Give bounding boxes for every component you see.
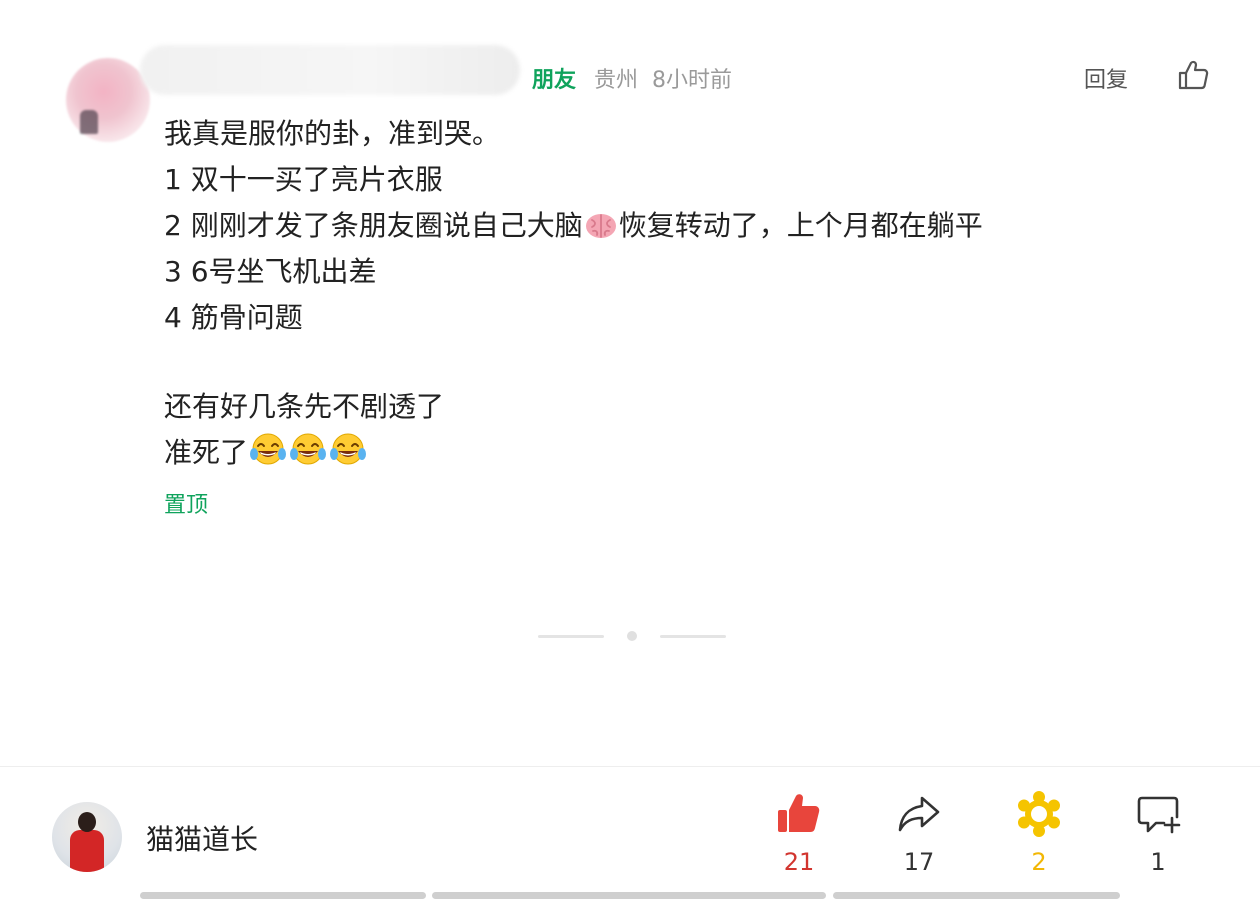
page-indicator bbox=[538, 628, 726, 644]
comment-line: 1 双十一买了亮片衣服 bbox=[164, 163, 443, 196]
comment-button[interactable]: 1 bbox=[1113, 790, 1203, 886]
scroll-indicator bbox=[0, 892, 1260, 900]
pinned-label: 置顶 bbox=[164, 493, 209, 518]
comment-text: 我真是服你的卦，准到哭。 1 双十一买了亮片衣服 2 刚刚才发了条朋友圈说自己大… bbox=[164, 111, 1164, 476]
comment-line: 3 6号坐飞机出差 bbox=[164, 255, 377, 288]
tears-of-joy-emoji-icon bbox=[249, 432, 287, 482]
reply-button[interactable]: 回复 bbox=[1084, 62, 1128, 94]
author-name[interactable]: 猫猫道长 bbox=[146, 818, 258, 858]
bottom-bar-divider bbox=[0, 766, 1260, 767]
page-indicator-dash bbox=[538, 634, 604, 638]
comment-location: 贵州 bbox=[594, 68, 639, 93]
comment-time: 8小时前 bbox=[652, 68, 733, 93]
thumbs-up-filled-icon bbox=[778, 794, 820, 832]
comment-add-icon bbox=[1137, 796, 1181, 834]
page-indicator-dot bbox=[627, 631, 637, 641]
like-button[interactable]: 21 bbox=[754, 790, 844, 886]
commenter-name-redacted bbox=[140, 45, 520, 95]
comment-line-part: 恢复转动了，上个月都在躺平 bbox=[618, 209, 983, 242]
brain-emoji-icon bbox=[584, 209, 618, 255]
page-indicator-dash bbox=[660, 634, 726, 638]
comment-line: 2 刚刚才发了条朋友圈说自己大脑 恢复转动了，上个月都在躺平 bbox=[164, 203, 1164, 249]
like-count: 21 bbox=[783, 848, 815, 876]
gold-flower-icon bbox=[1018, 791, 1060, 837]
comment-count: 1 bbox=[1150, 848, 1166, 876]
comment-line-part: 2 刚刚才发了条朋友圈说自己大脑 bbox=[164, 209, 583, 242]
comment-detail-page: 朋友 贵州 8小时前 回复 我真是服你的卦，准到哭。 1 双十一买了亮片衣服 2… bbox=[0, 0, 1260, 904]
scroll-segment bbox=[140, 892, 426, 899]
comment-like-icon[interactable] bbox=[1176, 58, 1210, 92]
comment-meta: 朋友 贵州 8小时前 bbox=[532, 62, 732, 94]
scroll-segment bbox=[833, 892, 1120, 899]
comment-line-part: 准死了 bbox=[164, 436, 249, 469]
reward-count: 2 bbox=[1031, 848, 1047, 876]
comment-line: 还有好几条先不剧透了 bbox=[164, 390, 445, 423]
tears-of-joy-emoji-icon bbox=[329, 432, 367, 482]
tears-of-joy-emoji-icon bbox=[289, 432, 327, 482]
reward-button[interactable]: 2 bbox=[994, 790, 1084, 886]
friend-tag: 朋友 bbox=[532, 68, 577, 93]
share-count: 17 bbox=[903, 848, 935, 876]
share-arrow-icon bbox=[898, 796, 940, 832]
comment-line: 准死了 bbox=[164, 430, 1164, 476]
author-avatar[interactable] bbox=[52, 802, 122, 872]
comment-line: 我真是服你的卦，准到哭。 bbox=[164, 117, 501, 150]
comment-line: 4 筋骨问题 bbox=[164, 301, 303, 334]
scroll-segment bbox=[432, 892, 826, 899]
share-button[interactable]: 17 bbox=[874, 790, 964, 886]
commenter-avatar[interactable] bbox=[66, 58, 150, 142]
